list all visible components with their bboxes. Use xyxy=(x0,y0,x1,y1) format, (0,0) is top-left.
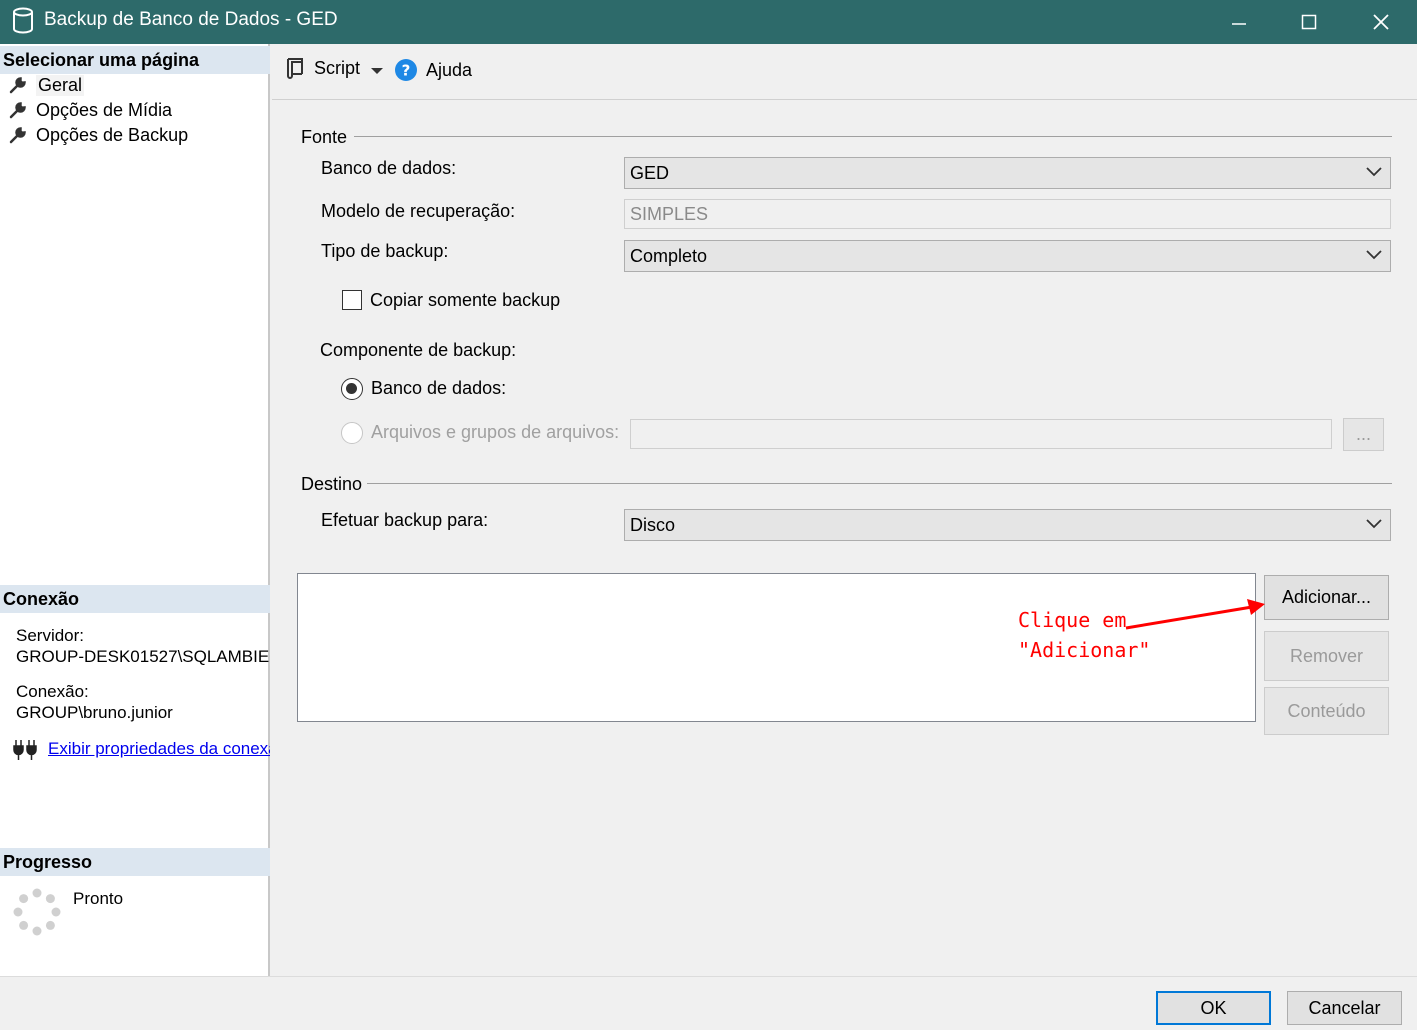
radio-files-filegroups[interactable] xyxy=(341,422,363,444)
close-icon xyxy=(1373,14,1389,30)
recovery-model-label: Modelo de recuperação: xyxy=(321,201,516,221)
source-group-title: Fonte xyxy=(301,127,348,147)
help-label: Ajuda xyxy=(426,59,473,80)
svg-text:?: ? xyxy=(402,62,411,80)
radio-database-label: Banco de dados: xyxy=(371,378,507,398)
backup-to-value: Disco xyxy=(630,515,676,535)
database-value: GED xyxy=(630,163,670,183)
page-item-label: Opções de Mídia xyxy=(36,99,173,120)
wrench-icon xyxy=(9,77,26,94)
minimize-button[interactable] xyxy=(1204,0,1274,44)
progress-header: Progresso xyxy=(0,848,270,876)
radio-database[interactable] xyxy=(341,378,363,400)
copy-only-checkbox[interactable] xyxy=(342,290,362,310)
database-select[interactable]: GED xyxy=(624,157,1391,189)
wrench-icon xyxy=(9,127,26,144)
script-button[interactable]: Script xyxy=(284,56,360,80)
help-button[interactable]: ? Ajuda xyxy=(394,58,472,82)
maximize-button[interactable] xyxy=(1274,0,1344,44)
contents-button[interactable]: Conteúdo xyxy=(1264,687,1389,735)
database-icon xyxy=(12,7,34,40)
page-item-backup-options[interactable]: Opções de Backup xyxy=(8,123,188,147)
page-item-label: Geral xyxy=(36,74,85,96)
destination-group-title: Destino xyxy=(301,474,363,494)
remove-button[interactable]: Remover xyxy=(1264,631,1389,681)
connection-properties-link[interactable]: Exibir propriedades da conexão xyxy=(48,739,270,759)
page-item-media-options[interactable]: Opções de Mídia xyxy=(8,98,172,122)
page-item-general[interactable]: Geral xyxy=(8,73,85,97)
close-button[interactable] xyxy=(1346,0,1416,44)
backup-component-label: Componente de backup: xyxy=(320,340,517,360)
annotation-arrow-icon xyxy=(1125,599,1265,630)
window-title: Backup de Banco de Dados - GED xyxy=(44,9,338,30)
add-button[interactable]: Adicionar... xyxy=(1264,575,1389,620)
database-label: Banco de dados: xyxy=(321,158,457,178)
source-group-line xyxy=(354,136,1392,137)
connection-header: Conexão xyxy=(0,585,270,613)
recovery-model-field: SIMPLES xyxy=(624,199,1391,229)
page-item-label: Opções de Backup xyxy=(36,124,189,145)
script-dropdown-icon[interactable] xyxy=(370,66,384,76)
dialog-footer: OK Cancelar xyxy=(0,976,1417,1030)
chevron-down-icon xyxy=(1366,519,1382,529)
backup-to-label: Efetuar backup para: xyxy=(321,510,489,530)
progress-status: Pronto xyxy=(73,889,124,908)
connection-label: Conexão: xyxy=(16,682,89,701)
script-icon xyxy=(287,58,303,79)
title-bar: Backup de Banco de Dados - GED xyxy=(0,0,1417,44)
files-filegroups-field xyxy=(630,419,1332,449)
minimize-icon xyxy=(1232,23,1246,25)
script-label: Script xyxy=(314,57,361,78)
wrench-icon xyxy=(9,102,26,119)
cancel-button[interactable]: Cancelar xyxy=(1287,991,1402,1025)
progress-spinner-icon xyxy=(12,887,62,942)
server-label: Servidor: xyxy=(16,626,85,645)
plug-icon xyxy=(12,738,38,767)
backup-to-select[interactable]: Disco xyxy=(624,509,1391,541)
chevron-down-icon xyxy=(1366,167,1382,177)
browse-files-button[interactable]: ... xyxy=(1343,418,1384,451)
select-page-header: Selecionar uma página xyxy=(0,46,270,74)
backup-type-select[interactable]: Completo xyxy=(624,240,1391,272)
chevron-down-icon xyxy=(1366,250,1382,260)
backup-type-label: Tipo de backup: xyxy=(321,241,449,261)
maximize-icon xyxy=(1301,14,1317,30)
destination-group-line xyxy=(367,483,1392,484)
copy-only-label: Copiar somente backup xyxy=(370,290,561,310)
ok-button[interactable]: OK xyxy=(1156,991,1271,1025)
radio-files-label: Arquivos e grupos de arquivos: xyxy=(371,422,620,442)
toolbar: Script ? Ajuda xyxy=(272,44,1417,100)
left-pane: Selecionar uma página Geral Opções de Mí… xyxy=(0,44,270,976)
backup-type-value: Completo xyxy=(630,246,708,266)
help-icon: ? xyxy=(395,59,417,81)
radio-selected-dot xyxy=(346,383,357,394)
server-value: GROUP-DESK01527\SQLAMBIEN xyxy=(16,647,270,666)
connection-value: GROUP\bruno.junior xyxy=(16,703,173,722)
